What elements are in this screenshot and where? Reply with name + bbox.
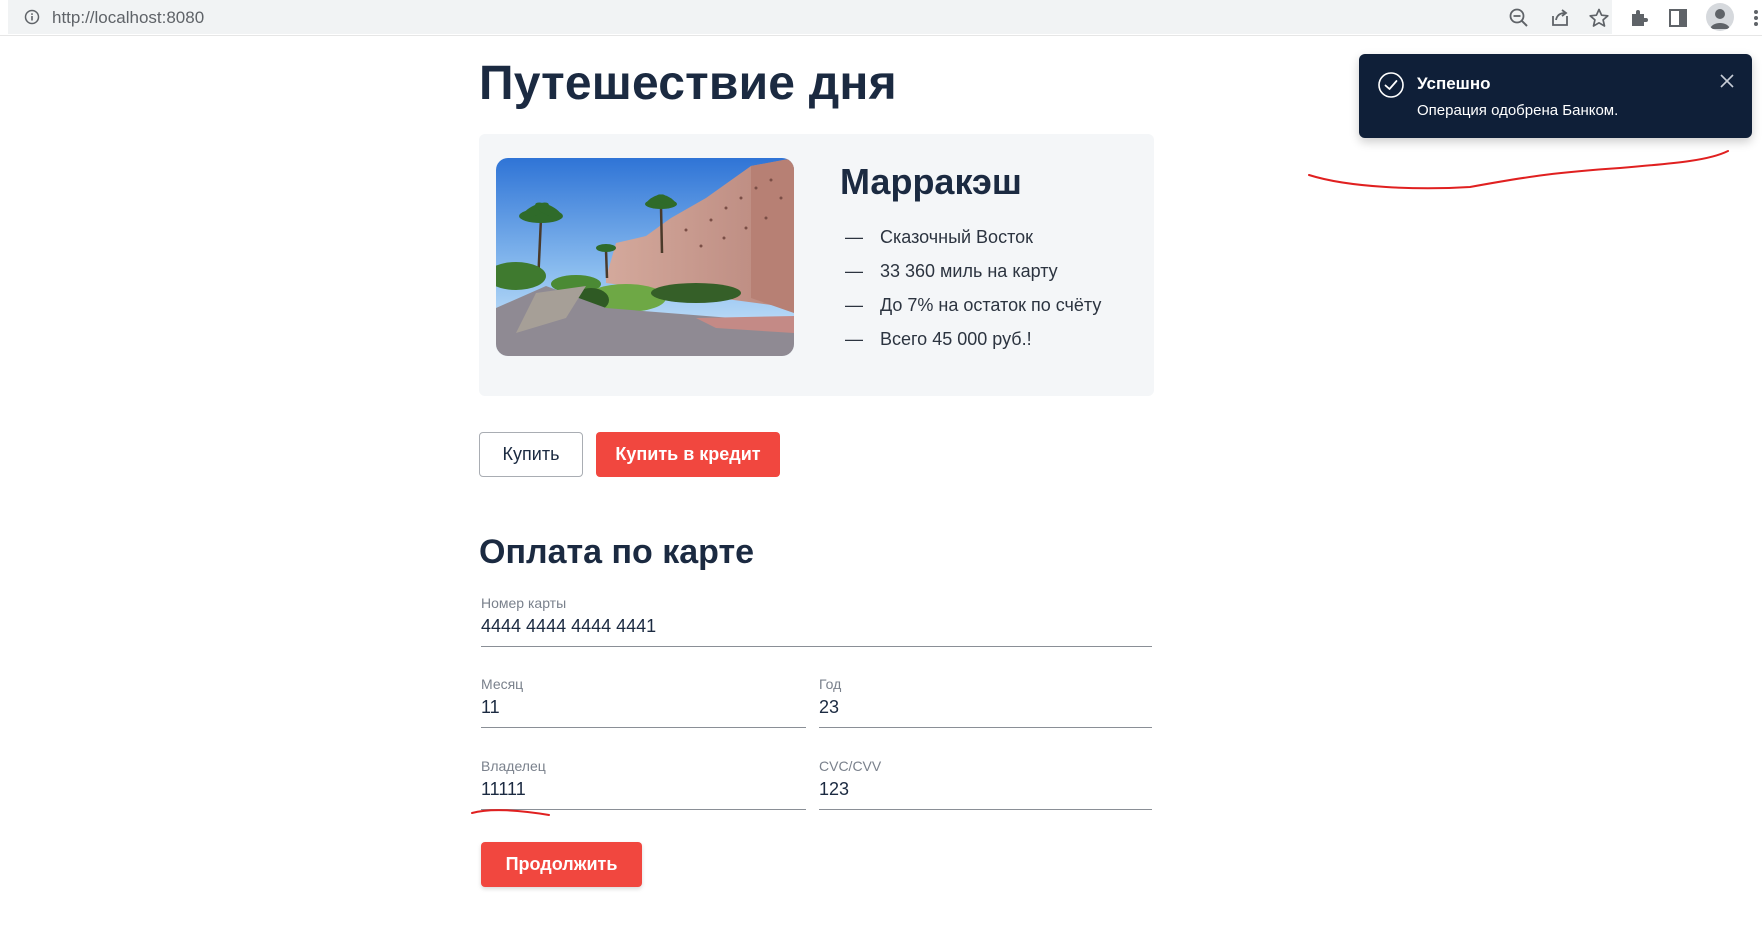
cvc-field[interactable]: CVC/CVV 123 xyxy=(819,758,1152,810)
month-input[interactable]: 11 xyxy=(481,694,806,728)
feature-text: Сказочный Восток xyxy=(880,227,1033,247)
list-item: — Сказочный Восток xyxy=(845,226,1101,260)
owner-input[interactable]: 11111 xyxy=(481,776,806,810)
feature-text: Всего 45 000 руб.! xyxy=(880,329,1032,349)
offer-card: Марракэш — Сказочный Восток — 33 360 миль … xyxy=(479,134,1154,396)
feature-text: 33 360 миль на карту xyxy=(880,261,1058,281)
buy-button[interactable]: Купить xyxy=(479,432,583,477)
check-circle-icon xyxy=(1377,71,1405,99)
dash: — xyxy=(845,261,863,281)
payment-section-title: Оплата по карте xyxy=(479,533,755,571)
month-field[interactable]: Месяц 11 xyxy=(481,676,806,728)
year-label: Год xyxy=(819,676,842,692)
dash: — xyxy=(845,329,863,349)
zoom-out-icon[interactable] xyxy=(1508,7,1530,29)
address-bar[interactable]: http://localhost:8080 xyxy=(8,0,1612,34)
card-title: Марракэш xyxy=(840,161,1022,202)
page-title: Путешествие дня xyxy=(479,57,897,110)
dash: — xyxy=(845,227,863,247)
url-text[interactable]: http://localhost:8080 xyxy=(52,8,204,28)
list-item: — До 7% на остаток по счёту xyxy=(845,294,1101,328)
marrakesh-photo xyxy=(496,158,794,356)
notification-title: Успешно xyxy=(1417,74,1491,93)
share-icon[interactable] xyxy=(1549,7,1571,29)
owner-field[interactable]: Владелец 11111 xyxy=(481,758,806,810)
info-icon[interactable] xyxy=(24,9,40,25)
underline-annotation-owner xyxy=(471,809,550,816)
cvc-label: CVC/CVV xyxy=(819,758,882,774)
dash: — xyxy=(845,295,863,315)
profile-icon[interactable] xyxy=(1706,3,1734,31)
list-item: — Всего 45 000 руб.! xyxy=(845,328,1101,362)
card-number-input[interactable]: 4444 4444 4444 4441 xyxy=(481,613,1152,647)
menu-icon[interactable] xyxy=(1745,7,1758,29)
year-field[interactable]: Год 23 xyxy=(819,676,1152,728)
close-icon[interactable] xyxy=(1717,71,1737,91)
cvc-input[interactable]: 123 xyxy=(819,776,1152,810)
card-number-label: Номер карты xyxy=(481,595,567,611)
feature-list: — Сказочный Восток —33 360 миль на карту … xyxy=(845,226,1101,362)
browser-toolbar: http://localhost:8080 xyxy=(0,0,1762,36)
owner-label: Владелец xyxy=(481,758,546,774)
year-input[interactable]: 23 xyxy=(819,694,1152,728)
feature-text: До 7% на остаток по счёту xyxy=(880,295,1102,315)
underline-annotation-notification xyxy=(1308,150,1729,190)
notification-message: Операция одобрена Банком. xyxy=(1417,102,1619,119)
buy-on-credit-button[interactable]: Купить в кредит xyxy=(596,432,780,477)
list-item: — 33 360 миль на карту xyxy=(845,260,1101,294)
continue-button[interactable]: Продолжить xyxy=(481,842,642,887)
success-notification: Успешно Операция одобрена Банком. xyxy=(1359,54,1752,138)
sidebar-icon[interactable] xyxy=(1667,7,1689,29)
month-label: Месяц xyxy=(481,676,524,692)
card-number-field[interactable]: Номер карты 4444 4444 4444 4441 xyxy=(481,595,1152,647)
extensions-icon[interactable] xyxy=(1628,7,1650,29)
star-icon[interactable] xyxy=(1588,7,1610,29)
